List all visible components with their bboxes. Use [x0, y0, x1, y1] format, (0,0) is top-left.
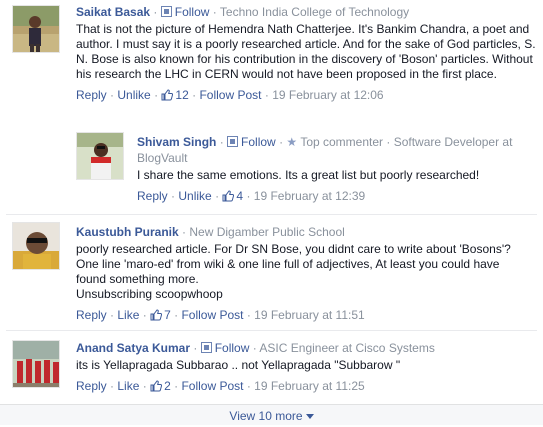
comment-kaustubh-puranik: Kaustubh Puranik · New Digamber Public S… — [0, 216, 543, 328]
comment-text: poorly researched article. For Dr SN Bos… — [76, 242, 511, 301]
thumbs-up-icon — [150, 380, 163, 392]
author-name[interactable]: Kaustubh Puranik — [76, 225, 179, 239]
avatar-shivam-singh[interactable] — [76, 132, 124, 180]
avatar-anand-satya-kumar[interactable] — [12, 340, 60, 388]
follow-feed-icon[interactable] — [160, 6, 172, 17]
follow-link[interactable]: Follow — [215, 341, 250, 355]
reply-link[interactable]: Reply — [137, 189, 168, 203]
timestamp[interactable]: 19 February at 12:39 — [254, 189, 365, 203]
follow-post-link[interactable]: Follow Post — [199, 88, 261, 102]
timestamp[interactable]: 19 February at 11:25 — [254, 379, 365, 393]
comment-anand-satya-kumar: Anand Satya Kumar · Follow · ASIC Engine… — [0, 332, 543, 402]
reply-link[interactable]: Reply — [76, 379, 107, 393]
timestamp[interactable]: 19 February at 12:06 — [272, 88, 383, 102]
reply-shivam-singh: Shivam Singh · Follow · ★ Top commenter … — [0, 118, 543, 208]
author-affiliation: ASIC Engineer at Cisco Systems — [259, 341, 435, 355]
author-name[interactable]: Saikat Basak — [76, 5, 150, 19]
follow-feed-icon[interactable] — [227, 136, 239, 147]
like-count[interactable]: 4 — [222, 189, 243, 203]
follow-link[interactable]: Follow — [241, 135, 276, 149]
comment-text: its is Yellapragada Subbarao .. not Yell… — [76, 358, 401, 372]
author-affiliation: New Digamber Public School — [189, 225, 345, 239]
reply-link[interactable]: Reply — [76, 88, 107, 102]
like-toggle-link[interactable]: Like — [117, 308, 139, 322]
follow-link[interactable]: Follow — [175, 5, 210, 19]
author-affiliation: Techno India College of Technology — [219, 5, 410, 19]
like-toggle-link[interactable]: Unlike — [117, 88, 150, 102]
comment-saikat-basak: Saikat Basak · Follow · Techno India Col… — [0, 0, 543, 118]
follow-feed-icon[interactable] — [200, 342, 212, 353]
view-more-label: View 10 more — [229, 409, 303, 423]
like-toggle-link[interactable]: Like — [117, 379, 139, 393]
view-more-button[interactable]: View 10 more — [0, 404, 543, 425]
thumbs-up-icon — [222, 190, 235, 202]
thumbs-up-icon — [150, 309, 163, 321]
comment-text: That is not the picture of Hemendra Nath… — [76, 22, 536, 81]
divider — [6, 214, 537, 215]
reply-link[interactable]: Reply — [76, 308, 107, 322]
thumbs-up-icon — [161, 89, 174, 101]
like-toggle-link[interactable]: Unlike — [178, 189, 211, 203]
avatar-saikat-basak[interactable] — [12, 5, 60, 53]
divider — [6, 330, 537, 331]
comment-text: I share the same emotions. Its a great l… — [137, 168, 480, 182]
caret-down-icon — [305, 414, 314, 419]
avatar-kaustubh-puranik[interactable] — [12, 222, 60, 270]
star-icon: ★ — [286, 135, 298, 149]
like-count[interactable]: 7 — [150, 308, 171, 322]
like-count[interactable]: 12 — [161, 88, 189, 102]
top-commenter-badge: Top commenter — [300, 135, 384, 149]
author-name[interactable]: Shivam Singh — [137, 135, 216, 149]
author-affiliation: Software Developer at — [393, 135, 513, 149]
timestamp[interactable]: 19 February at 11:51 — [254, 308, 365, 322]
author-affiliation-cont: BlogVault — [137, 151, 188, 165]
follow-post-link[interactable]: Follow Post — [181, 308, 243, 322]
follow-post-link[interactable]: Follow Post — [181, 379, 243, 393]
author-name[interactable]: Anand Satya Kumar — [76, 341, 190, 355]
like-count[interactable]: 2 — [150, 379, 171, 393]
